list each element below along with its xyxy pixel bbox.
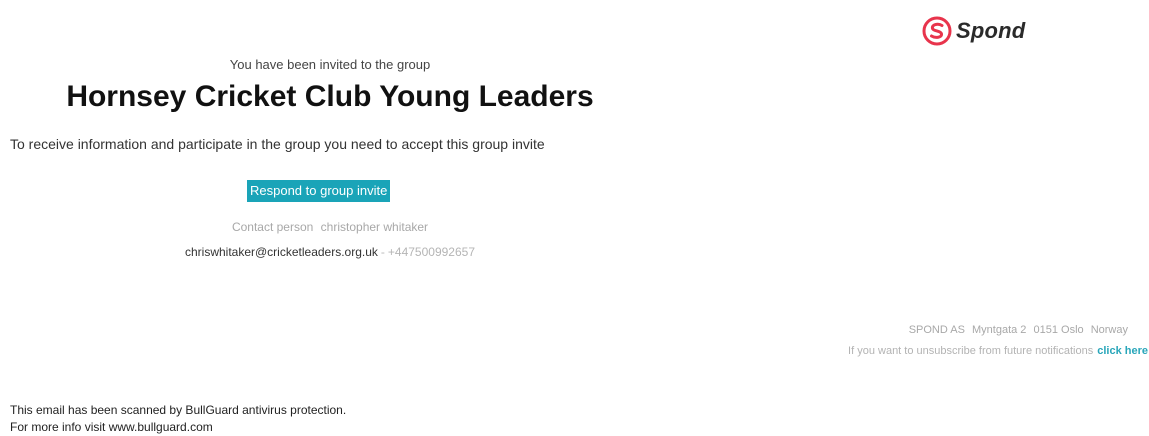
invite-instruction: To receive information and participate i… — [10, 136, 545, 152]
contact-separator: - — [380, 245, 385, 259]
unsubscribe-link[interactable]: click here — [1097, 345, 1148, 357]
spond-logo-icon — [922, 16, 952, 46]
company-street: Myntgata 2 — [972, 324, 1027, 336]
contact-details: chriswhitaker@cricketleaders.org.uk - +447… — [0, 245, 660, 259]
invite-intro: You have been invited to the group — [229, 57, 431, 72]
company-country: Norway — [1090, 324, 1128, 336]
antivirus-notice-line1: This email has been scanned by BullGuard… — [10, 403, 347, 417]
company-name: SPOND AS — [908, 324, 965, 336]
contact-name: christopher whitaker — [320, 220, 429, 234]
company-address: SPOND AS Myntgata 2 0151 Oslo Norway — [628, 324, 1141, 336]
group-name: Hornsey Cricket Club Young Leaders — [66, 80, 594, 113]
unsubscribe-text: If you want to unsubscribe from future n… — [848, 345, 1094, 357]
spond-logo-text: Spond — [956, 18, 1026, 43]
unsubscribe-line: If you want to unsubscribe from future n… — [548, 345, 1148, 357]
company-city: 0151 Oslo — [1033, 324, 1084, 336]
contact-person: Contact person christopher whitaker — [0, 220, 660, 234]
contact-label: Contact person — [231, 220, 314, 234]
antivirus-notice-line2: For more info visit www.bullguard.com — [10, 420, 213, 434]
antivirus-notice: This email has been scanned by BullGuard… — [10, 402, 346, 436]
contact-email-link[interactable]: chriswhitaker@cricketleaders.org.uk — [185, 245, 378, 259]
spond-logo: Spond — [922, 16, 1025, 46]
contact-phone: +447500992657 — [387, 245, 475, 259]
respond-invite-button[interactable]: Respond to group invite — [247, 180, 391, 202]
